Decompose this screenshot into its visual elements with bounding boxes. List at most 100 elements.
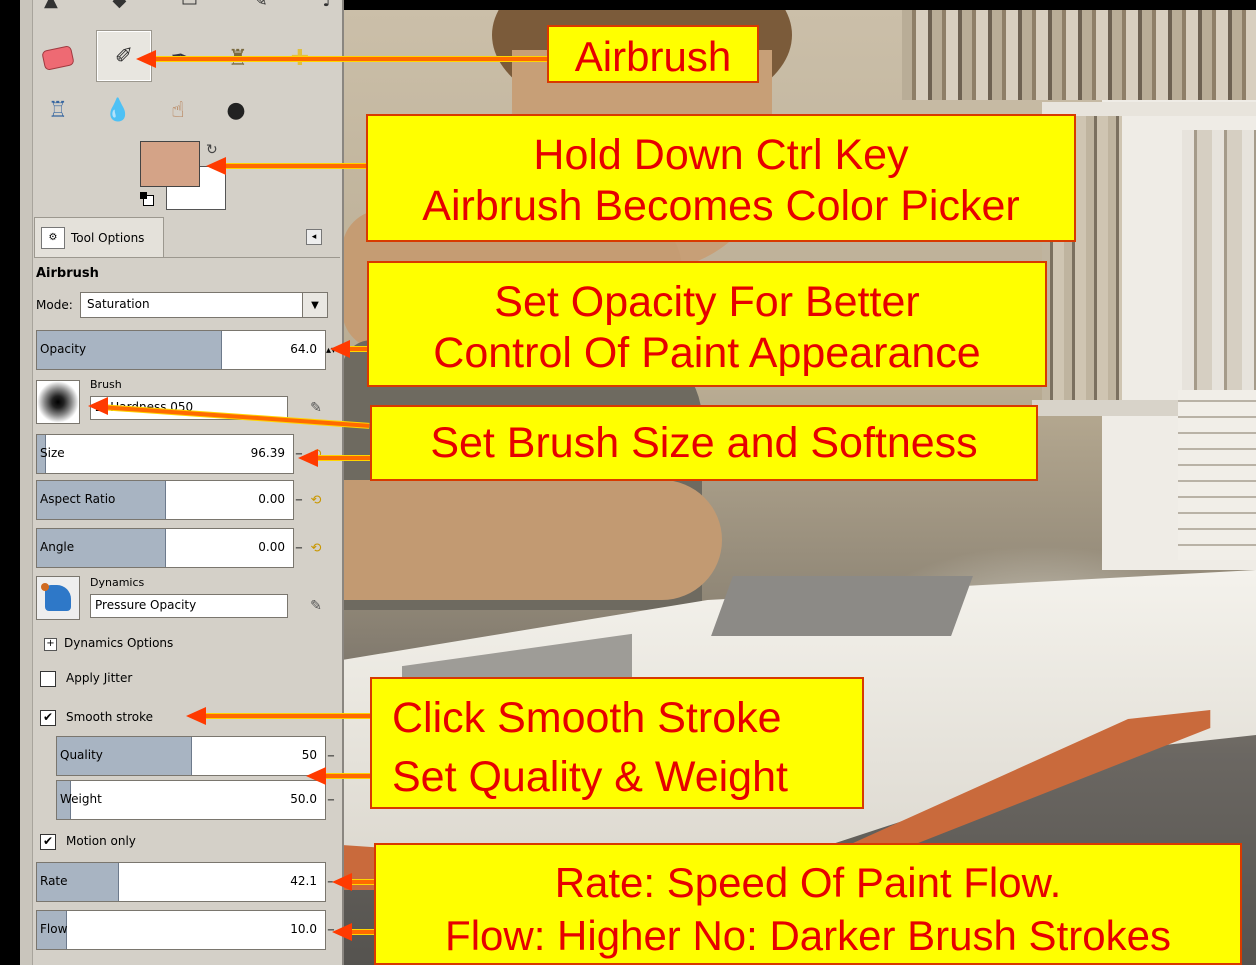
dock-handle[interactable]	[20, 0, 33, 965]
edit-brush-icon[interactable]: ✎	[304, 396, 328, 420]
callout-brush-size-text: Set Brush Size and Softness	[430, 419, 978, 467]
callout-rate-line2: Flow: Higher No: Darker Brush Strokes	[445, 911, 1171, 959]
quality-value: 50	[301, 748, 317, 762]
chevron-down-icon[interactable]: ▼	[302, 293, 327, 317]
toolbox-panel: ▲ ◆ ▭ ✎ ♪ ✐ ✒ ♜ ✚ ♖ 💧 ☝ ● ↻ ⚙ Tool Optio…	[20, 0, 344, 965]
callout-airbrush: Airbrush	[547, 25, 759, 83]
mode-select-value: Saturation	[87, 297, 150, 311]
apply-jitter-checkbox[interactable]	[40, 671, 56, 687]
callout-opacity-line2: Control Of Paint Appearance	[433, 328, 981, 377]
dynamics-name-field[interactable]: Pressure Opacity	[90, 594, 288, 618]
bookshelf-books	[902, 10, 1256, 100]
size-value: 96.39	[250, 446, 285, 460]
opacity-label: Opacity	[40, 342, 87, 356]
callout-smooth-line1: Click Smooth Stroke	[392, 694, 782, 742]
annotation-arrow	[222, 164, 368, 168]
foreground-color-swatch[interactable]	[140, 141, 200, 187]
swap-colors-icon[interactable]: ↻	[206, 142, 218, 158]
weight-spin-button[interactable]: −	[326, 780, 336, 820]
weight-value: 50.0	[290, 792, 317, 806]
dynamics-preview-button[interactable]	[36, 576, 80, 620]
callout-airbrush-text: Airbrush	[574, 33, 732, 80]
angle-spin-button[interactable]: −	[294, 528, 304, 568]
callout-smooth-line2: Set Quality & Weight	[392, 753, 788, 802]
brush-label: Brush	[90, 378, 122, 391]
annotation-arrowhead	[186, 707, 206, 725]
book-photo	[711, 576, 973, 636]
dynamics-name-value: Pressure Opacity	[95, 598, 197, 612]
weight-label: Weight	[60, 792, 102, 806]
aspect-ratio-slider[interactable]: Aspect Ratio 0.00	[36, 480, 294, 520]
annotation-arrow	[312, 456, 370, 460]
person-arm	[342, 480, 722, 600]
rate-slider[interactable]: Rate 42.1	[36, 862, 326, 902]
angle-slider[interactable]: Angle 0.00	[36, 528, 294, 568]
dynamics-label: Dynamics	[90, 576, 145, 589]
tool-options-icon: ⚙	[41, 226, 65, 249]
aspect-ratio-reset-icon[interactable]: ⟲	[306, 490, 326, 510]
aspect-ratio-spin-button[interactable]: −	[294, 480, 304, 520]
callout-smooth-stroke: Click Smooth Stroke Set Quality & Weight	[370, 677, 864, 809]
dodge-burn-icon[interactable]: ●	[218, 92, 254, 128]
tool-partial-icon[interactable]: ▲	[44, 0, 58, 11]
tab-menu-icon[interactable]: ◂	[306, 229, 322, 245]
toolbar-top-row: ▲ ◆ ▭ ✎ ♪	[44, 0, 334, 18]
mode-select[interactable]: Saturation ▼	[80, 292, 328, 318]
callout-ctrl-key: Hold Down Ctrl Key Airbrush Becomes Colo…	[366, 114, 1076, 242]
annotation-arrowhead	[306, 767, 326, 785]
weight-slider[interactable]: Weight 50.0	[56, 780, 326, 820]
angle-value: 0.00	[258, 540, 285, 554]
annotation-arrowhead	[330, 340, 350, 358]
book-stack	[1178, 390, 1256, 560]
angle-reset-icon[interactable]: ⟲	[306, 538, 326, 558]
quality-label: Quality	[60, 748, 103, 762]
annotation-arrowhead	[136, 50, 156, 68]
size-label: Size	[40, 446, 65, 460]
quality-spin-button[interactable]: −	[326, 736, 336, 776]
angle-label: Angle	[40, 540, 75, 554]
callout-ctrl-line2: Airbrush Becomes Color Picker	[422, 181, 1020, 230]
callout-brush-size: Set Brush Size and Softness	[370, 405, 1038, 481]
apply-jitter-label: Apply Jitter	[66, 671, 133, 685]
annotation-arrowhead	[298, 449, 318, 467]
tool-options-body: Airbrush Mode: Saturation ▼ Opacity 64.0…	[34, 257, 340, 965]
opacity-slider[interactable]: Opacity 64.0	[36, 330, 326, 370]
tool-partial-icon[interactable]: ◆	[113, 0, 127, 11]
callout-rate-line1: Rate: Speed Of Paint Flow.	[554, 859, 1062, 906]
expand-plus-icon[interactable]: +	[44, 638, 57, 651]
flow-slider[interactable]: Flow 10.0	[36, 910, 326, 950]
blur-icon[interactable]: 💧	[100, 92, 136, 128]
default-colors-icon[interactable]	[140, 192, 154, 206]
callout-opacity: Set Opacity For Better Control Of Paint …	[367, 261, 1047, 387]
motion-only-checkbox[interactable]: ✔	[40, 834, 56, 850]
dynamics-options-label[interactable]: Dynamics Options	[64, 636, 173, 650]
tool-partial-icon[interactable]: ▭	[181, 0, 198, 11]
tool-partial-icon[interactable]: ✎	[253, 0, 268, 11]
annotation-arrowhead	[332, 923, 352, 941]
smudge-icon[interactable]: ☝	[160, 92, 196, 128]
size-slider[interactable]: Size 96.39	[36, 434, 294, 474]
smooth-stroke-label: Smooth stroke	[66, 710, 153, 724]
flow-label: Flow	[40, 922, 68, 936]
dynamics-icon	[45, 585, 71, 611]
callout-opacity-line1: Set Opacity For Better	[494, 278, 920, 326]
tool-name-heading: Airbrush	[36, 266, 99, 281]
tab-tool-options[interactable]: ⚙ Tool Options	[34, 217, 164, 257]
annotation-arrow	[150, 57, 550, 61]
edit-dynamics-icon[interactable]: ✎	[304, 594, 328, 618]
tab-tool-options-label: Tool Options	[71, 230, 145, 245]
annotation-arrow	[320, 774, 372, 778]
flow-value: 10.0	[290, 922, 317, 936]
annotation-arrowhead	[206, 157, 226, 175]
quality-slider[interactable]: Quality 50	[56, 736, 326, 776]
aspect-ratio-value: 0.00	[258, 492, 285, 506]
eraser-icon[interactable]	[40, 40, 76, 76]
perspective-clone-icon[interactable]: ♖	[40, 92, 76, 128]
annotation-arrow	[200, 714, 372, 718]
brush-preview-button[interactable]	[36, 380, 80, 424]
callout-rate-flow: Rate: Speed Of Paint Flow. Flow: Higher …	[374, 843, 1242, 965]
dynamics-icon-dot	[41, 583, 49, 591]
smooth-stroke-checkbox[interactable]: ✔	[40, 710, 56, 726]
tool-partial-icon[interactable]: ♪	[322, 0, 334, 11]
rate-value: 42.1	[290, 874, 317, 888]
